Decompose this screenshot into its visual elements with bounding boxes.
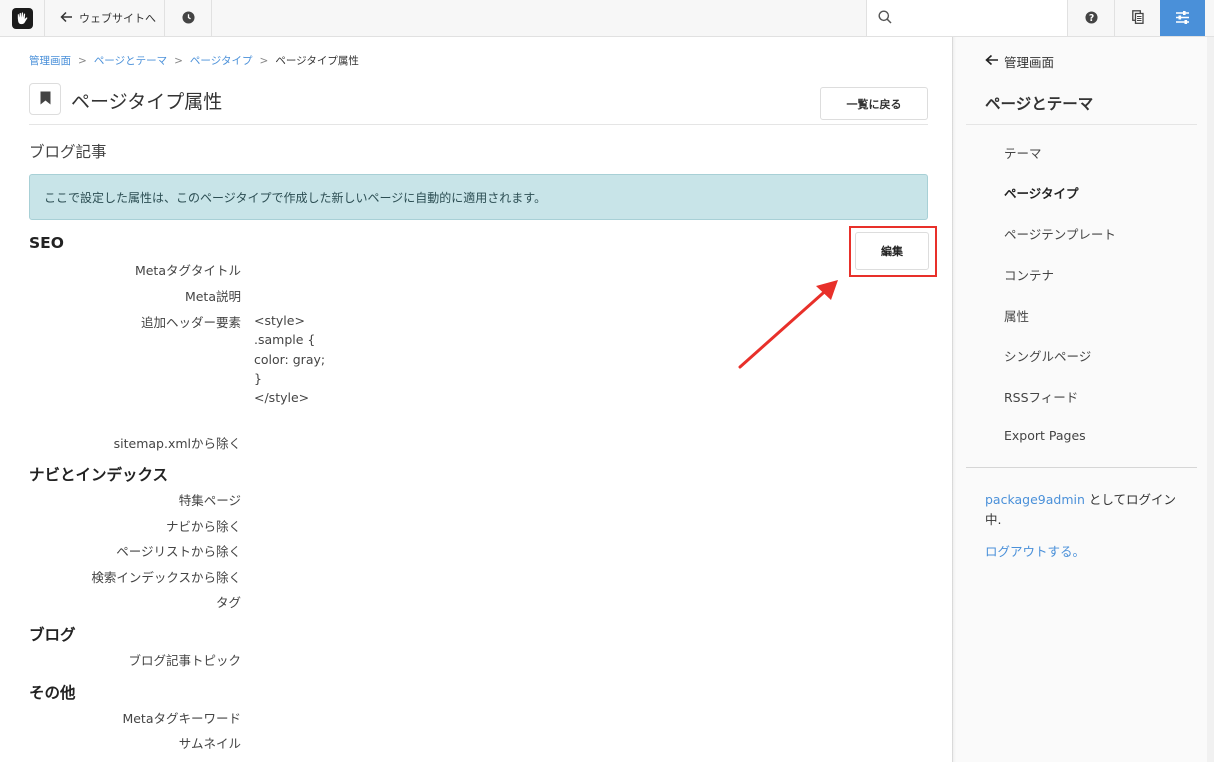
- breadcrumb-link-pages-themes[interactable]: ページとテーマ: [94, 55, 167, 67]
- attr-label-exclude-page-list: ページリストから除く: [116, 544, 241, 559]
- recent-activity-button[interactable]: [165, 0, 212, 36]
- logout-link[interactable]: ログアウトする。: [985, 541, 1085, 560]
- title-divider: [29, 124, 928, 125]
- panel-back-link[interactable]: 管理画面: [985, 52, 1054, 71]
- pages-icon: [1131, 9, 1144, 28]
- attr-label-thumbnail: サムネイル: [178, 736, 241, 751]
- section-title-other: その他: [29, 684, 76, 702]
- panel-heading: ページとテーマ: [985, 95, 1094, 113]
- panel-item-page-templates[interactable]: ページテンプレート: [1004, 224, 1116, 243]
- attr-label-meta-title: Metaタグタイトル: [134, 263, 241, 278]
- panel-item-rss-feeds[interactable]: RSSフィード: [1004, 387, 1078, 406]
- clock-icon: [181, 9, 195, 28]
- info-alert: ここで設定した属性は、このページタイプで作成した新しいページに自動的に適用されま…: [29, 174, 928, 220]
- panel-divider: [966, 467, 1197, 468]
- svg-text:?: ?: [1088, 12, 1093, 23]
- panel-item-export-pages[interactable]: Export Pages: [1004, 428, 1086, 443]
- help-button[interactable]: ?: [1067, 0, 1114, 36]
- attr-label-extra-header: 追加ヘッダー要素: [140, 315, 241, 330]
- concrete-logo-icon: [11, 7, 33, 29]
- attr-label-exclude-sitemap: sitemap.xmlから除く: [113, 436, 241, 451]
- attr-label-featured: 特集ページ: [178, 493, 241, 508]
- login-status: package9admin としてログイン中.: [985, 490, 1185, 530]
- attr-label-blog-topic: ブログ記事トピック: [128, 653, 241, 668]
- panel-item-page-types[interactable]: ページタイプ: [1004, 183, 1079, 202]
- sitemap-pages-button[interactable]: [1114, 0, 1160, 36]
- breadcrumb-current: ページタイプ属性: [275, 55, 359, 67]
- concrete-logo-button[interactable]: [0, 0, 45, 36]
- attr-label-meta-description: Meta説明: [184, 289, 241, 304]
- panel-item-themes[interactable]: テーマ: [1004, 143, 1042, 162]
- info-alert-text: ここで設定した属性は、このページタイプで作成した新しいページに自動的に適用されま…: [44, 190, 547, 205]
- dashboard-side-panel: 管理画面 ページとテーマ テーマ ページタイプ ページテンプレート コンテナ 属…: [952, 37, 1214, 762]
- section-title-navi: ナビとインデックス: [29, 466, 169, 484]
- panel-back-label: 管理画面: [1004, 55, 1055, 70]
- back-to-website-button[interactable]: ウェブサイトへ: [45, 0, 165, 36]
- back-to-website-label: ウェブサイトへ: [79, 12, 156, 25]
- toolbar-search[interactable]: [866, 0, 1067, 36]
- edit-button[interactable]: 編集: [855, 232, 929, 270]
- attr-label-meta-keywords: Metaタグキーワード: [122, 711, 241, 726]
- page-title: ページタイプ属性: [71, 91, 223, 113]
- scrollbar[interactable]: [1207, 37, 1214, 762]
- help-icon: ?: [1084, 9, 1098, 28]
- bookmark-icon: [40, 90, 51, 109]
- breadcrumb-link-page-types[interactable]: ページタイプ: [190, 55, 253, 67]
- panel-divider: [966, 124, 1197, 125]
- attr-label-tags: タグ: [215, 595, 241, 610]
- section-title-seo: SEO: [29, 234, 64, 252]
- panel-item-single-pages[interactable]: シングルページ: [1004, 346, 1091, 365]
- search-icon: [878, 9, 892, 28]
- section-title-blog: ブログ: [29, 626, 76, 644]
- arrow-left-icon: [60, 11, 73, 26]
- attr-label-exclude-nav: ナビから除く: [165, 519, 241, 534]
- annotation-arrow: [738, 280, 838, 369]
- attr-value-extra-header: <style> .sample { color: gray; } </style…: [254, 313, 326, 406]
- top-toolbar: ウェブサイトへ ?: [0, 0, 1214, 37]
- panel-shadow: [952, 37, 956, 762]
- panel-item-attributes[interactable]: 属性: [1004, 306, 1029, 325]
- page-type-name: ブログ記事: [29, 143, 107, 161]
- search-input[interactable]: [898, 8, 1058, 28]
- breadcrumb: 管理画面 > ページとテーマ > ページタイプ > ページタイプ属性: [29, 55, 359, 67]
- arrow-left-icon: [985, 54, 999, 69]
- attr-label-exclude-search: 検索インデックスから除く: [91, 570, 241, 585]
- settings-button[interactable]: [1160, 0, 1205, 36]
- login-user-link[interactable]: package9admin: [985, 492, 1085, 507]
- panel-item-containers[interactable]: コンテナ: [1004, 265, 1054, 284]
- main-content: 管理画面 > ページとテーマ > ページタイプ > ページタイプ属性 ページタイプ属性 一覧…: [0, 37, 952, 762]
- page-title-icon-box: [29, 83, 61, 115]
- page: ウェブサイトへ ? 管理画面 > ページとテーマ > ページタイプ > ページタ…: [0, 0, 1214, 762]
- sliders-icon: [1175, 9, 1190, 28]
- breadcrumb-link-dashboard[interactable]: 管理画面: [29, 55, 71, 67]
- back-to-list-button[interactable]: 一覧に戻る: [820, 87, 928, 120]
